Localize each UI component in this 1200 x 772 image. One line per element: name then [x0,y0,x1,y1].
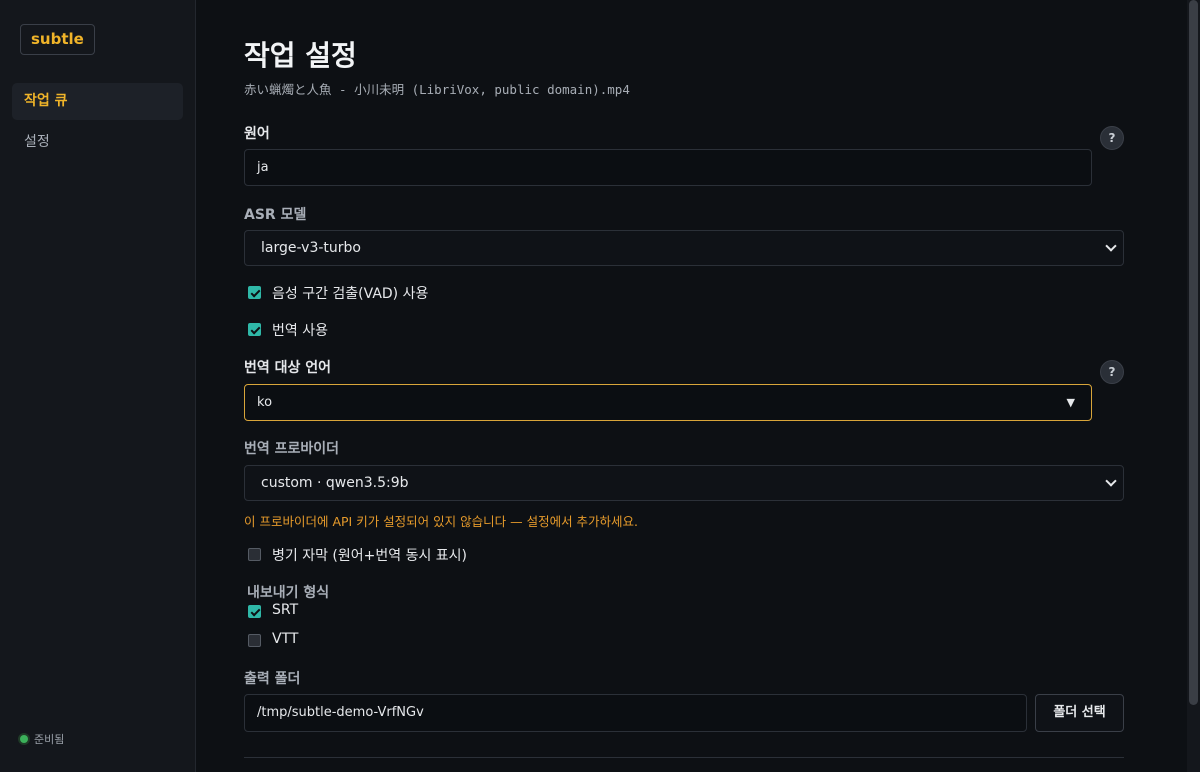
source-lang-help-icon[interactable]: ? [1100,126,1124,150]
scrollbar[interactable] [1187,0,1200,772]
scrollbar-thumb[interactable] [1189,0,1198,705]
target-lang-combobox[interactable]: ko ▼ [244,384,1092,421]
export-format-label: 내보내기 형식 [247,585,330,601]
srt-checkbox-box[interactable] [248,605,261,618]
sidebar-item-settings[interactable]: 설정 [12,124,183,161]
status-indicator: 준비됨 [20,731,64,747]
source-lang-label: 원어 [244,126,270,142]
section-divider [244,757,1124,758]
provider-warning: 이 프로바이더에 API 키가 설정되어 있지 않습니다 — 설정에서 추가하세… [244,514,639,529]
srt-checkbox[interactable] [248,605,261,618]
status-label: 준비됨 [34,733,65,746]
vad-label: 음성 구간 검출(VAD) 사용 [272,286,429,302]
asr-model-label: ASR 모델 [244,207,307,223]
sidebar: subtle 작업 큐 설정 준비됨 [0,0,196,772]
provider-select[interactable]: custom · qwen3.5:9b [244,465,1124,501]
chevron-down-icon [1105,240,1117,252]
vtt-label: VTT [272,631,299,647]
target-lang-help-icon[interactable]: ? [1100,360,1124,384]
vtt-checkbox-box[interactable] [248,634,261,647]
vtt-checkbox[interactable] [248,634,261,647]
bilingual-checkbox[interactable] [248,548,261,561]
provider-value: custom · qwen3.5:9b [261,475,409,491]
target-lang-value: ko [257,395,273,410]
srt-label: SRT [272,602,299,618]
translate-checkbox-box[interactable] [248,323,261,336]
page-title: 작업 설정 [244,39,357,72]
output-folder-label: 출력 폴더 [244,671,301,687]
job-settings-panel: 작업 설정 赤い蝋燭と人魚 - 小川未明 (LibriVox, public d… [244,0,1124,772]
provider-label: 번역 프로바이더 [244,441,340,457]
chevron-down-icon [1105,475,1117,487]
asr-model-select[interactable]: large-v3-turbo [244,230,1124,266]
target-lang-label: 번역 대상 언어 [244,360,332,376]
file-name: 赤い蝋燭と人魚 - 小川未明 (LibriVox, public domain)… [244,82,630,97]
app-logo: subtle [20,24,95,55]
source-lang-input[interactable]: ja [244,149,1092,186]
sidebar-item-job-queue[interactable]: 작업 큐 [12,83,183,120]
asr-model-value: large-v3-turbo [261,240,361,256]
output-folder-input[interactable]: /tmp/subtle-demo-VrfNGv [244,694,1027,732]
status-dot-icon [20,735,28,743]
bilingual-checkbox-box[interactable] [248,548,261,561]
translate-label: 번역 사용 [272,323,328,339]
dropdown-triangle-icon[interactable]: ▼ [1067,385,1075,420]
choose-folder-button[interactable]: 폴더 선택 [1035,694,1124,732]
translate-checkbox[interactable] [248,323,261,336]
bilingual-label: 병기 자막 (원어+번역 동시 표시) [272,548,468,564]
vad-checkbox[interactable] [248,286,261,299]
vad-checkbox-box[interactable] [248,286,261,299]
